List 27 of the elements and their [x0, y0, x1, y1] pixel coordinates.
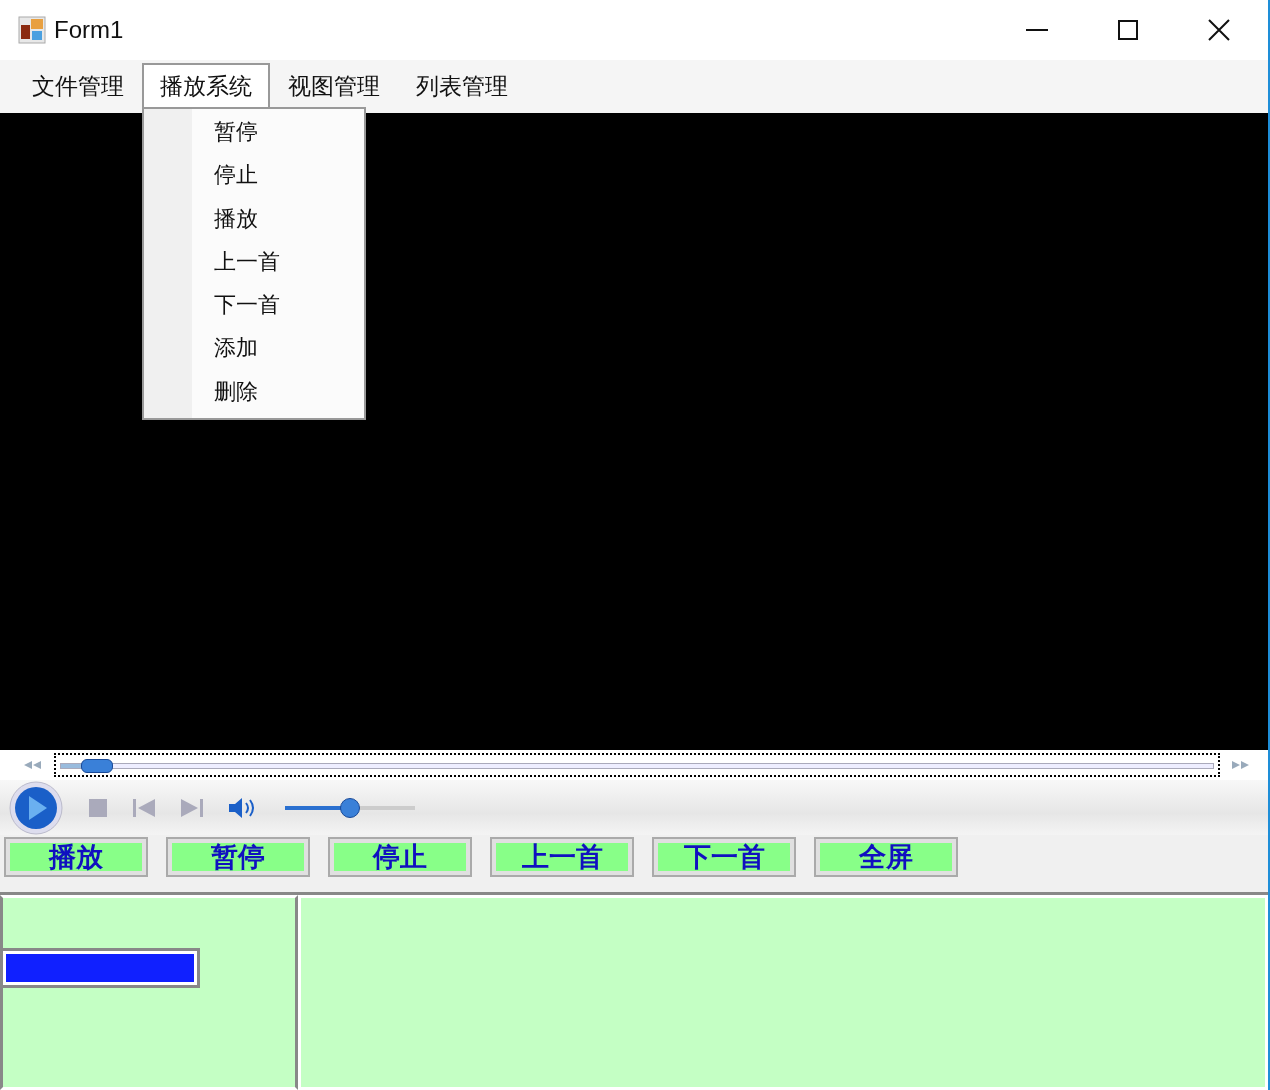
menu-item[interactable]: 视图管理	[270, 63, 398, 110]
control-button[interactable]: 播放	[4, 837, 148, 877]
menu-option[interactable]: 播放	[214, 201, 280, 245]
app-icon	[18, 16, 46, 44]
volume-slider[interactable]	[285, 797, 415, 818]
input-field[interactable]	[0, 948, 200, 988]
close-icon[interactable]	[1208, 19, 1230, 41]
control-button[interactable]: 上一首	[490, 837, 634, 877]
control-button[interactable]: 下一首	[652, 837, 796, 877]
menu-option[interactable]: 添加	[214, 331, 280, 375]
menu-option[interactable]: 暂停	[214, 115, 280, 159]
seek-bar[interactable]	[54, 753, 1220, 777]
control-button[interactable]: 全屏	[814, 837, 958, 877]
maximize-icon[interactable]	[1118, 20, 1138, 40]
control-button[interactable]: 停止	[328, 837, 472, 877]
menu-option[interactable]: 删除	[214, 374, 280, 418]
menu-option[interactable]: 上一首	[214, 244, 280, 289]
menu-option[interactable]: 下一首	[214, 288, 280, 332]
rewind-icon[interactable]	[24, 761, 42, 769]
control-button[interactable]: 暂停	[166, 837, 310, 877]
menu-item[interactable]: 文件管理	[14, 63, 142, 110]
window-title: Form1	[54, 16, 124, 44]
menu-item[interactable]: 列表管理	[398, 63, 526, 110]
play-icon[interactable]	[9, 780, 63, 835]
fast-forward-icon[interactable]	[1232, 761, 1250, 769]
menu-item[interactable]: 播放系统	[142, 63, 270, 110]
menu-option[interactable]: 停止	[214, 158, 280, 202]
